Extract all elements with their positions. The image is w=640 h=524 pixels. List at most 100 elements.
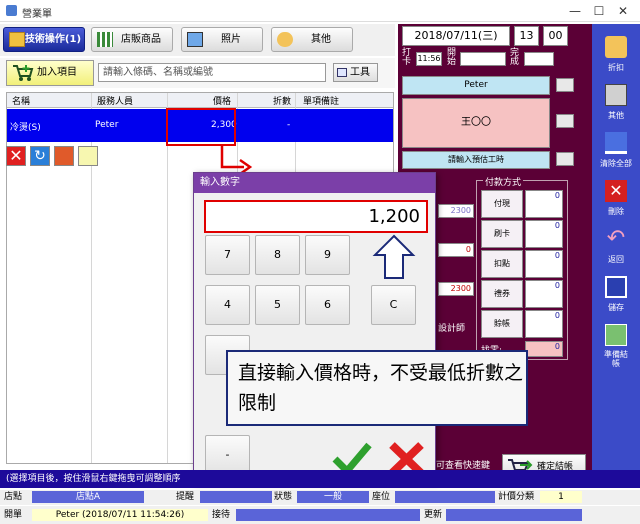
tools-label: 工具 xyxy=(350,67,370,78)
delete-row-icon[interactable]: ✕ xyxy=(6,146,26,166)
state-value: 一般 xyxy=(297,491,369,503)
sidebar-item-label: 折扣 xyxy=(608,63,624,72)
tab-label: 照片 xyxy=(221,34,241,45)
note-icon[interactable] xyxy=(78,146,98,166)
designer-prompt[interactable]: 請輸入預估工時 xyxy=(402,151,550,169)
col-price: 價格 xyxy=(213,97,232,107)
pay-card-value[interactable]: 0 xyxy=(525,220,563,248)
sidebar-item-label: 清除全部 xyxy=(600,159,632,168)
sidebar-item-other[interactable]: 其他 xyxy=(592,80,640,128)
subtotal-value: 2300 xyxy=(438,204,474,218)
sidebar-item-save[interactable]: 儲存 xyxy=(592,272,640,320)
start-field[interactable] xyxy=(460,52,506,66)
tab-photos[interactable]: 照片 xyxy=(181,27,263,52)
number-input-dialog: 輸入數字 1,200 7 8 9 4 5 6 C - xyxy=(193,172,436,482)
key-8[interactable]: 8 xyxy=(255,235,300,275)
discount-value: 0 xyxy=(438,243,474,257)
pay-points-button[interactable]: 扣點 xyxy=(481,250,523,278)
discount-icon xyxy=(605,36,627,58)
price-highlight xyxy=(166,108,236,146)
customer-name[interactable]: 王〇〇 xyxy=(402,98,550,148)
end-label: 完成 xyxy=(510,48,520,67)
gift-icon[interactable] xyxy=(54,146,74,166)
pay-points-value[interactable]: 0 xyxy=(525,250,563,278)
window-title: 營業單 xyxy=(22,9,52,20)
sidebar-item-delete[interactable]: ✕ 刪除 xyxy=(592,176,640,224)
start-label: 開始 xyxy=(447,48,457,67)
sidebar-item-back[interactable]: ↶ 返回 xyxy=(592,224,640,272)
staff-name[interactable]: Peter xyxy=(402,76,550,95)
key-4[interactable]: 4 xyxy=(205,285,250,325)
calc-value: 1 xyxy=(540,491,582,503)
key-7[interactable]: 7 xyxy=(205,235,250,275)
key-9[interactable]: 9 xyxy=(305,235,350,275)
tab-bar: 技術操作(1) 店販商品 照片 其他 xyxy=(0,24,395,56)
designer-label: 設計師 xyxy=(438,324,466,334)
sidebar-item-prepare-checkout[interactable]: 準備結帳 xyxy=(592,320,640,368)
row-discount: - xyxy=(287,120,291,130)
save-icon xyxy=(605,276,627,298)
tab-other[interactable]: 其他 xyxy=(271,27,353,52)
sidebar-item-label: 返回 xyxy=(608,255,624,264)
sidebar-item-label: 刪除 xyxy=(608,207,624,216)
pay-card-button[interactable]: 刷卡 xyxy=(481,220,523,248)
hand-icon xyxy=(277,32,293,47)
seat-value xyxy=(395,491,495,503)
pay-voucher-button[interactable]: 禮券 xyxy=(481,280,523,308)
sidebar-item-label: 準備結帳 xyxy=(604,350,628,368)
tools-button[interactable]: 工具 xyxy=(333,63,378,82)
pay-cash-button[interactable]: 付現 xyxy=(481,190,523,218)
search-input[interactable]: 請輸入條碼、名稱或編號 xyxy=(98,63,326,82)
pay-voucher-value[interactable]: 0 xyxy=(525,280,563,308)
payment-group: 付款方式 付現 0 刷卡 0 扣點 0 禮券 0 賒帳 0 找零: 0 xyxy=(476,175,568,360)
payment-title: 付款方式 xyxy=(483,175,524,188)
key-6[interactable]: 6 xyxy=(305,285,350,325)
reception-label: 接待 xyxy=(212,510,231,520)
up-arrow-icon xyxy=(372,234,416,279)
designer-list-icon[interactable] xyxy=(556,152,574,166)
sidebar-item-clear-all[interactable]: 清除全部 xyxy=(592,128,640,176)
col-discount: 折數 xyxy=(273,97,292,107)
sidebar-item-discount[interactable]: 折扣 xyxy=(592,32,640,80)
key-5[interactable]: 5 xyxy=(255,285,300,325)
minimize-button[interactable]: — xyxy=(566,3,584,19)
key-clear[interactable]: C xyxy=(371,285,416,325)
row-name: 冷燙(S) xyxy=(10,123,41,133)
order-bar: 開單 Peter (2018/07/11 11:54:26) 接待 更新 xyxy=(0,506,640,524)
refresh-icon[interactable]: ↻ xyxy=(30,146,50,166)
remind-label: 提醒 xyxy=(176,492,195,502)
col-name: 名稱 xyxy=(12,97,31,107)
sidebar-item-label: 儲存 xyxy=(608,303,624,312)
pay-credit-button[interactable]: 賒帳 xyxy=(481,310,523,338)
hour-field[interactable]: 13 xyxy=(514,26,539,46)
calc-label: 計價分類 xyxy=(498,492,535,502)
clear-all-icon xyxy=(605,132,627,154)
update-label: 更新 xyxy=(424,510,443,520)
callout-note: 直接輸入價格時，不受最低折數之限制 xyxy=(226,350,528,426)
delete-icon: ✕ xyxy=(605,180,627,202)
grid-header: 名稱 服務人員 價格 折數 單項備註 xyxy=(7,93,393,108)
add-item-button[interactable]: 加入項目 xyxy=(6,60,94,86)
bottles-icon xyxy=(97,32,113,47)
app-icon xyxy=(6,5,17,16)
staff-list-icon[interactable] xyxy=(556,78,574,92)
tab-technical[interactable]: 技術操作(1) xyxy=(3,27,85,52)
date-field[interactable]: 2018/07/11(三) xyxy=(402,26,510,46)
pay-cash-value[interactable]: 0 xyxy=(525,190,563,218)
maximize-button[interactable]: ☐ xyxy=(590,3,608,19)
open-label: 開單 xyxy=(4,510,23,520)
minute-field[interactable]: 00 xyxy=(543,26,568,46)
close-button[interactable]: ✕ xyxy=(614,3,632,19)
info-bar: 店點 店點A 提醒 狀態 一般 座位 計價分類 1 xyxy=(0,490,640,505)
state-label: 狀態 xyxy=(274,492,293,502)
store-value: 店點A xyxy=(32,491,144,503)
end-field[interactable] xyxy=(524,52,554,66)
number-display[interactable]: 1,200 xyxy=(204,200,428,233)
customer-list-icon[interactable] xyxy=(556,114,574,128)
row-staff: Peter xyxy=(95,120,119,130)
pay-credit-value[interactable]: 0 xyxy=(525,310,563,338)
open-value: Peter (2018/07/11 11:54:26) xyxy=(32,509,208,521)
key-minus[interactable]: - xyxy=(205,435,250,475)
photo-icon xyxy=(187,32,203,47)
tab-retail[interactable]: 店販商品 xyxy=(91,27,173,52)
